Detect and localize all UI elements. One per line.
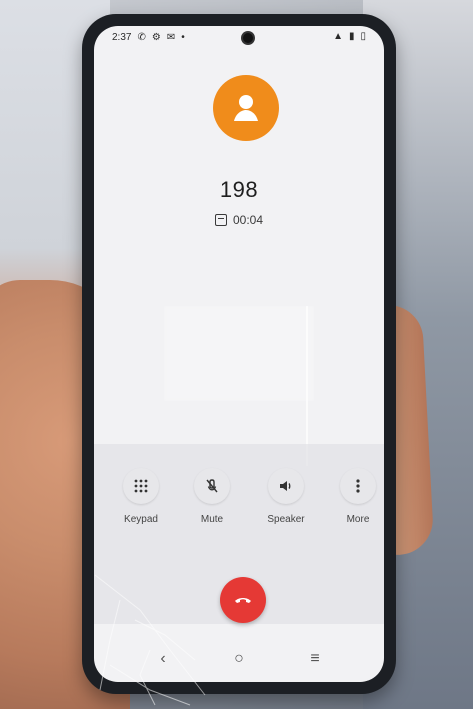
more-label: More [346,514,370,525]
phone: 2:37 ✆ ⚙ ✉ • ▲ ▮ ▯ 198 00:04 Keypad Mute… [82,14,396,694]
speaker-label: Speaker [267,514,305,525]
sim-icon [214,214,227,226]
screen-reflection-line [306,306,308,466]
screen-reflection [164,306,314,401]
person-icon [234,95,258,121]
keypad-button[interactable] [123,468,159,504]
navigation-bar: ‹ ○ ≡ [94,642,384,682]
front-camera [243,33,253,43]
nav-back-button[interactable]: ‹ [152,648,174,670]
caller-number: 198 [219,177,259,202]
keypad-icon [134,479,148,493]
status-bar: 2:37 ✆ ⚙ ✉ • ▲ ▮ ▯ [94,26,384,54]
caller-avatar [213,75,279,141]
mute-button[interactable] [194,468,230,504]
status-left: 2:37 ✆ ⚙ ✉ • [112,32,185,43]
speaker-button[interactable] [268,468,304,504]
network-icon: ▲ [333,31,343,42]
end-call-button[interactable] [220,577,266,623]
signal-icon: ▮ [348,31,355,42]
battery-icon: ▯ [360,31,366,42]
control-keypad[interactable]: Keypad [113,468,169,525]
keypad-label: Keypad [124,514,158,525]
control-more[interactable]: More [330,468,384,525]
status-time: 2:37 [112,32,132,43]
control-mute[interactable]: Mute [184,468,240,525]
nav-home-button[interactable]: ○ [228,648,250,670]
settings-status-icon: ⚙ [151,31,161,43]
back-icon: ‹ [160,650,166,667]
speaker-icon [280,481,291,491]
phone-screen: 2:37 ✆ ⚙ ✉ • ▲ ▮ ▯ 198 00:04 Keypad Mute… [94,26,384,682]
mic-off-icon [206,479,218,493]
more-button[interactable] [340,468,376,504]
status-right: ▲ ▮ ▯ [333,32,366,42]
call-duration: 00:04 [232,213,264,227]
recents-icon: ≡ [310,650,320,667]
phone-hangup-icon [235,598,251,603]
mute-label: Mute [200,514,224,525]
dot-status-icon: • [181,31,185,43]
more-vert-icon [356,479,360,493]
home-icon: ○ [234,650,244,667]
nav-recents-button[interactable]: ≡ [304,648,326,670]
call-timer: 00:04 [94,213,384,227]
phone-status-icon: ✆ [137,31,146,43]
control-speaker[interactable]: Speaker [258,468,314,525]
message-status-icon: ✉ [166,31,176,43]
